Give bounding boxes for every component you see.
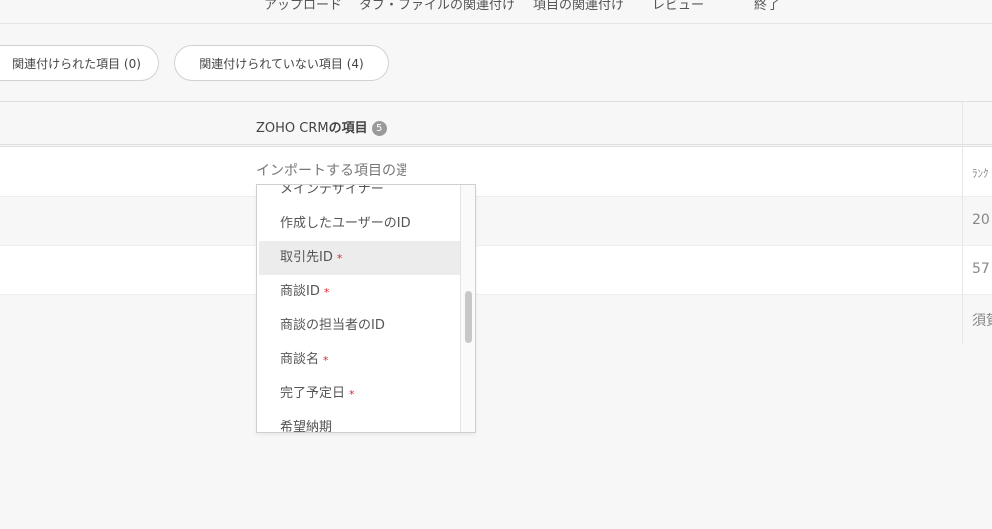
- option-label: 希望納期: [280, 420, 333, 433]
- option-label: 商談の担当者のID: [280, 318, 385, 333]
- required-asterisk: *: [323, 286, 330, 299]
- step-map-fields: 項目の関連付け: [533, 0, 625, 13]
- dropdown-options: メインデザイナー 作成したユーザーのID 取引先ID * 商談ID * 商談の担当者…: [257, 184, 461, 433]
- dropdown-option-deal-id[interactable]: 商談ID *: [259, 275, 461, 309]
- dropdown-option-main-designer[interactable]: メインデザイナー: [259, 184, 461, 207]
- crm-fields-column-header: ZOHO CRMの項目 5: [256, 117, 387, 136]
- dropdown-scrollbar[interactable]: [460, 185, 475, 432]
- table-row: 20: [0, 197, 992, 246]
- required-asterisk: *: [336, 252, 343, 265]
- unmapped-fields-tab[interactable]: 関連付けられていない項目 (4): [174, 45, 389, 81]
- dropdown-option-deal-owner-id[interactable]: 商談の担当者のID: [259, 309, 461, 343]
- crm-fields-label: の項目: [328, 121, 368, 136]
- field-mapping-table: ZOHO CRMの項目5 ﾗﾝｸ 20 57 須賀: [0, 102, 992, 344]
- table-row: 須賀: [0, 295, 992, 344]
- sample-value-cell: ﾗﾝｸ: [972, 167, 989, 180]
- option-label: 商談名: [280, 352, 320, 367]
- sample-value-cell: 須賀: [972, 313, 992, 329]
- import-stepper: アップロード タブ・ファイルの関連付け 項目の関連付け レビュー 終了: [0, 0, 992, 24]
- field-select-dropdown[interactable]: メインデザイナー 作成したユーザーのID 取引先ID * 商談ID * 商談の担当者…: [256, 184, 476, 433]
- option-label: 作成したユーザーのID: [280, 216, 411, 231]
- crm-brand-label: ZOHO CRM: [256, 121, 329, 136]
- option-label: 商談ID: [280, 284, 320, 299]
- step-map-tab-file: タブ・ファイルの関連付け: [359, 0, 516, 13]
- table-row: 57: [0, 246, 992, 295]
- field-select-input[interactable]: [256, 161, 406, 181]
- field-count-badge: 5: [371, 121, 387, 136]
- required-asterisk: *: [349, 388, 355, 401]
- option-label: 完了予定日: [280, 386, 346, 401]
- dropdown-option-created-by-id[interactable]: 作成したユーザーのID: [259, 207, 461, 241]
- required-asterisk: *: [323, 354, 329, 367]
- dropdown-option-deal-name[interactable]: 商談名 *: [259, 343, 461, 377]
- table-row: ﾗﾝｸ: [0, 148, 992, 197]
- column-divider: [962, 102, 963, 344]
- option-label: 取引先ID: [280, 250, 333, 265]
- dropdown-option-account-id[interactable]: 取引先ID *: [259, 241, 461, 275]
- mapped-fields-tab[interactable]: 関連付けられた項目 (0): [0, 45, 159, 81]
- scrollbar-thumb[interactable]: [465, 291, 472, 343]
- step-upload: アップロード: [264, 0, 343, 13]
- sample-value-cell: 57: [972, 261, 990, 277]
- option-label: メインデザイナー: [280, 184, 384, 197]
- field-filter-bar: 関連付けられた項目 (0) 関連付けられていない項目 (4): [0, 25, 992, 102]
- table-header: ZOHO CRMの項目 5: [0, 102, 992, 147]
- dropdown-option-closing-date[interactable]: 完了予定日 *: [259, 377, 461, 411]
- sample-value-cell: 20: [972, 212, 990, 228]
- step-review: レビュー: [652, 0, 705, 13]
- step-finish: 終了: [754, 0, 781, 13]
- dropdown-option-desired-delivery[interactable]: 希望納期: [259, 411, 461, 433]
